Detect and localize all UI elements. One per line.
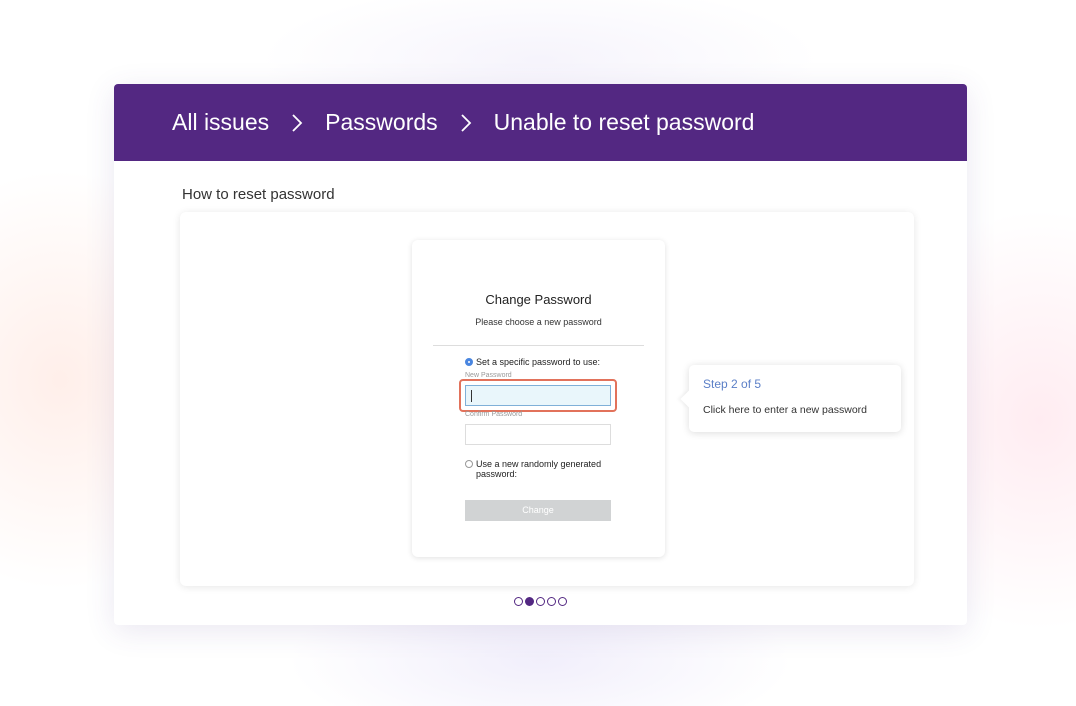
option-random-label: Use a new randomly generated password:	[476, 459, 602, 479]
change-password-dialog: Change Password Please choose a new pass…	[412, 240, 665, 557]
new-password-label: New Password	[465, 372, 512, 379]
breadcrumb-passwords[interactable]: Passwords	[325, 109, 437, 136]
breadcrumb: All issues Passwords Unable to reset pas…	[114, 84, 967, 161]
confirm-password-label: Confirm Password	[465, 411, 523, 418]
option-specific-label: Set a specific password to use:	[476, 357, 601, 367]
confirm-password-input[interactable]	[465, 424, 611, 445]
pager-dot-1[interactable]	[514, 597, 523, 606]
step-highlight[interactable]	[459, 379, 617, 412]
pager-dots	[114, 597, 967, 606]
change-button[interactable]: Change	[465, 500, 611, 521]
breadcrumb-all-issues[interactable]: All issues	[172, 109, 269, 136]
pager-dot-5[interactable]	[558, 597, 567, 606]
pager-dot-4[interactable]	[547, 597, 556, 606]
dialog-title: Change Password	[485, 292, 592, 307]
dialog-subtitle: Please choose a new password	[475, 317, 602, 327]
step-tooltip: Step 2 of 5 Click here to enter a new pa…	[689, 365, 901, 432]
section-title: How to reset password	[182, 186, 335, 203]
option-specific-password[interactable]: Set a specific password to use:	[465, 357, 600, 367]
walkthrough-stage: Change Password Please choose a new pass…	[180, 212, 914, 586]
chevron-right-icon	[458, 111, 474, 135]
tooltip-step-count: Step 2 of 5	[703, 377, 762, 391]
option-random-password[interactable]: Use a new randomly generated password:	[465, 459, 615, 479]
pager-dot-2[interactable]	[525, 597, 534, 606]
chevron-right-icon	[289, 111, 305, 135]
pager-dot-3[interactable]	[536, 597, 545, 606]
breadcrumb-current: Unable to reset password	[493, 109, 755, 135]
divider	[433, 345, 644, 346]
guide-card: All issues Passwords Unable to reset pas…	[114, 84, 967, 625]
tooltip-instruction: Click here to enter a new password	[703, 404, 867, 416]
radio-selected-icon[interactable]	[465, 358, 473, 366]
radio-unselected-icon[interactable]	[465, 460, 473, 468]
